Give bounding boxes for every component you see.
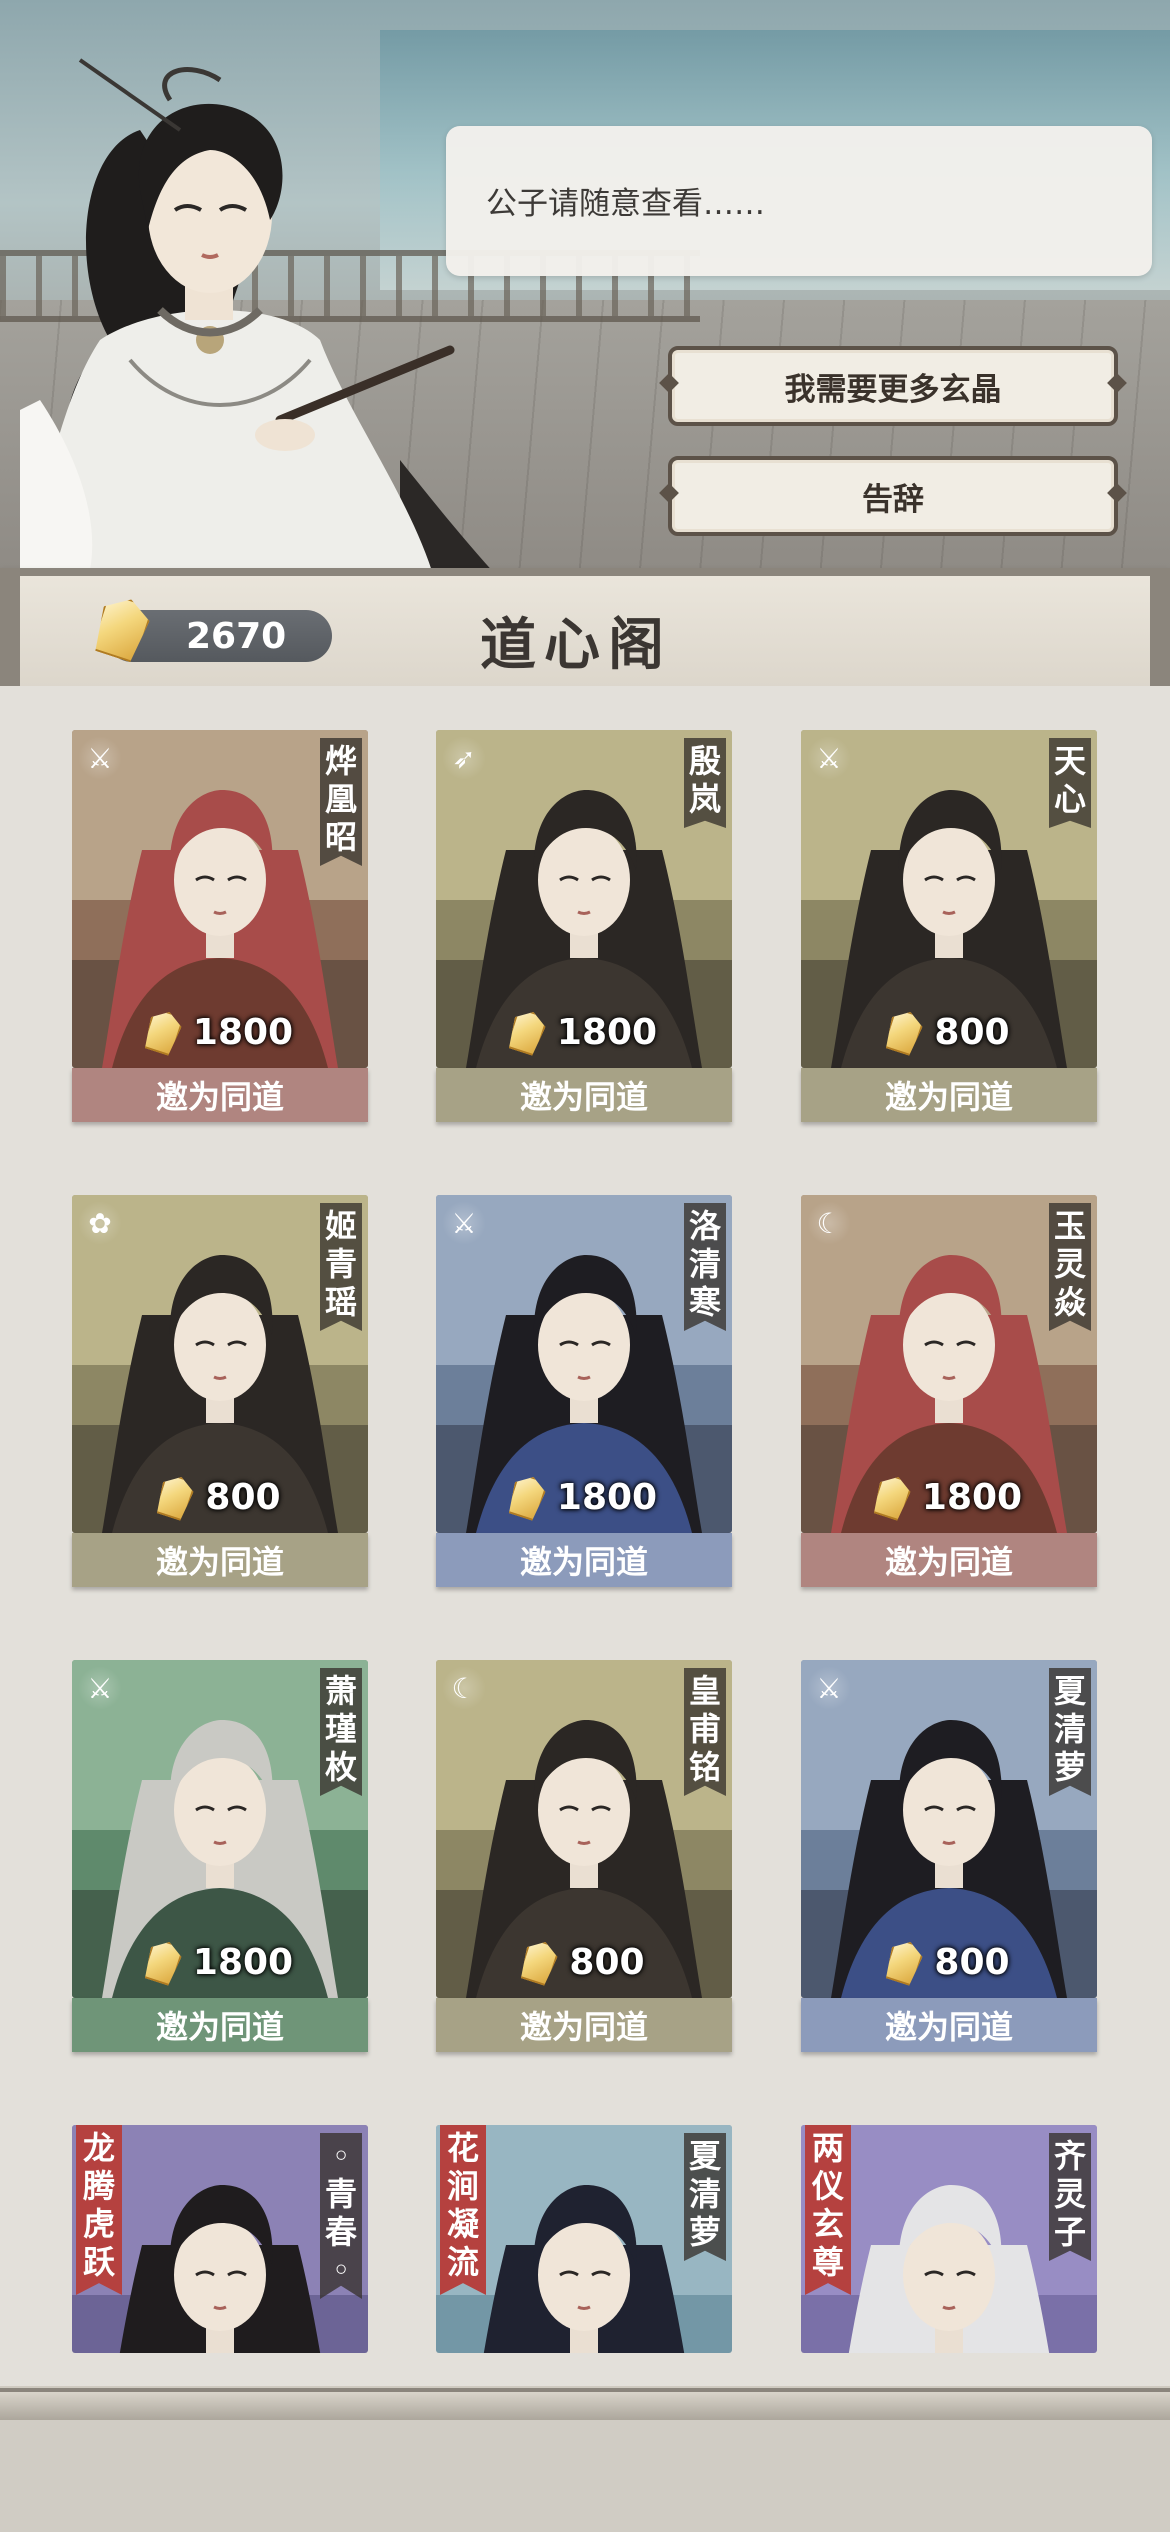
currency-amount: 2670: [186, 615, 287, 657]
frame-left: [0, 576, 20, 688]
companion-name: 夏清萝: [684, 2133, 726, 2261]
cost-amount: 800: [934, 1941, 1010, 1983]
companion-name: 烨凰昭: [320, 738, 362, 866]
cost-amount: 800: [934, 1011, 1010, 1053]
spear-icon: ➶: [442, 736, 486, 780]
crystal-icon: [141, 1937, 184, 1987]
companion-card[interactable]: ⚔ 夏清萝 800 邀为同道: [801, 1660, 1097, 2052]
page-title: 道心阁: [480, 612, 672, 678]
sword-icon: ⚔: [807, 736, 851, 780]
crystal-icon: [505, 1472, 548, 1522]
crystal-icon: [870, 1472, 913, 1522]
companion-card[interactable]: ⚔ 洛清寒 1800 邀为同道: [436, 1195, 732, 1587]
skin-tag: 两仪玄尊: [805, 2125, 851, 2295]
dialog-scene: 公子请随意查看…… 我需要更多玄晶 告辞: [0, 0, 1170, 580]
companion-cost: 1800: [72, 1934, 368, 1990]
sword-icon: ⚔: [442, 1201, 486, 1245]
skin-tag: 龙腾虎跃: [76, 2125, 122, 2295]
invite-button[interactable]: 邀为同道: [72, 1068, 368, 1122]
companion-name: 皇甫铭: [684, 1668, 726, 1796]
companion-card[interactable]: ⚔ 天心 800 邀为同道: [801, 730, 1097, 1122]
invite-button[interactable]: 邀为同道: [72, 1998, 368, 2052]
crystal-icon: [505, 1007, 548, 1057]
invite-button[interactable]: 邀为同道: [801, 1533, 1097, 1587]
skin-card[interactable]: 两仪玄尊 齐灵子: [801, 2125, 1097, 2353]
skin-card[interactable]: 龙腾虎跃 ◦青春◦: [72, 2125, 368, 2353]
companion-cost: 1800: [72, 1004, 368, 1060]
frame-right: [1150, 576, 1170, 688]
companion-cost: 1800: [436, 1004, 732, 1060]
companion-name: 洛清寒: [684, 1203, 726, 1331]
companion-cost: 800: [801, 1004, 1097, 1060]
bottom-bar: [0, 2420, 1170, 2532]
crystal-icon: [883, 1007, 926, 1057]
companion-name: 殷岚: [684, 738, 726, 828]
companion-card[interactable]: ✿ 姬青瑶 800 邀为同道: [72, 1195, 368, 1587]
companion-cost: 1800: [801, 1469, 1097, 1525]
cost-amount: 800: [569, 1941, 645, 1983]
sword-icon: ⚔: [78, 1666, 122, 1710]
crystal-icon: [883, 1937, 926, 1987]
invite-button[interactable]: 邀为同道: [436, 1998, 732, 2052]
cost-amount: 1800: [192, 1941, 294, 1983]
companion-card[interactable]: ☾ 皇甫铭 800 邀为同道: [436, 1660, 732, 2052]
invite-button[interactable]: 邀为同道: [436, 1068, 732, 1122]
invite-button[interactable]: 邀为同道: [801, 1998, 1097, 2052]
dialog-text: 公子请随意查看……: [486, 186, 765, 222]
cost-amount: 1800: [192, 1011, 294, 1053]
companion-name: 夏清萝: [1049, 1668, 1091, 1796]
companion-name: 齐灵子: [1049, 2133, 1091, 2261]
sword-icon: ⚔: [78, 736, 122, 780]
invite-button[interactable]: 邀为同道: [436, 1533, 732, 1587]
moon-icon: ☾: [442, 1666, 486, 1710]
companion-name: 玉灵焱: [1049, 1203, 1091, 1331]
invite-button[interactable]: 邀为同道: [72, 1533, 368, 1587]
crystal-icon: [141, 1007, 184, 1057]
sword-icon: ⚔: [807, 1666, 851, 1710]
companion-card[interactable]: ➶ 殷岚 1800 邀为同道: [436, 730, 732, 1122]
companion-cost: 800: [801, 1934, 1097, 1990]
flower-staff-icon: ✿: [78, 1201, 122, 1245]
shop-header: 2670 道心阁: [0, 568, 1170, 694]
companion-cost: 800: [436, 1934, 732, 1990]
skin-tag: 花涧凝流: [440, 2125, 486, 2295]
companion-name: 萧瑾枚: [320, 1668, 362, 1796]
cost-amount: 1800: [556, 1476, 658, 1518]
companion-name: 姬青瑶: [320, 1203, 362, 1331]
more-crystals-button[interactable]: 我需要更多玄晶: [668, 346, 1118, 426]
merchant-lady-portrait: [20, 58, 501, 580]
invite-button[interactable]: 邀为同道: [801, 1068, 1097, 1122]
cost-amount: 1800: [556, 1011, 658, 1053]
companion-cost: 800: [72, 1469, 368, 1525]
cost-amount: 1800: [921, 1476, 1023, 1518]
companion-card[interactable]: ⚔ 萧瑾枚 1800 邀为同道: [72, 1660, 368, 2052]
companion-card[interactable]: ⚔ 烨凰昭 1800 邀为同道: [72, 730, 368, 1122]
companion-name: ◦青春◦: [320, 2133, 362, 2299]
companion-cost: 1800: [436, 1469, 732, 1525]
cost-amount: 800: [205, 1476, 281, 1518]
skin-card[interactable]: 花涧凝流 夏清萝: [436, 2125, 732, 2353]
crystal-icon: [154, 1472, 197, 1522]
moon-icon: ☾: [807, 1201, 851, 1245]
farewell-button[interactable]: 告辞: [668, 456, 1118, 536]
dialog-bubble: 公子请随意查看……: [446, 126, 1152, 276]
companion-name: 天心: [1049, 738, 1091, 828]
crystal-icon: [518, 1937, 561, 1987]
companion-card[interactable]: ☾ 玉灵焱 1800 邀为同道: [801, 1195, 1097, 1587]
